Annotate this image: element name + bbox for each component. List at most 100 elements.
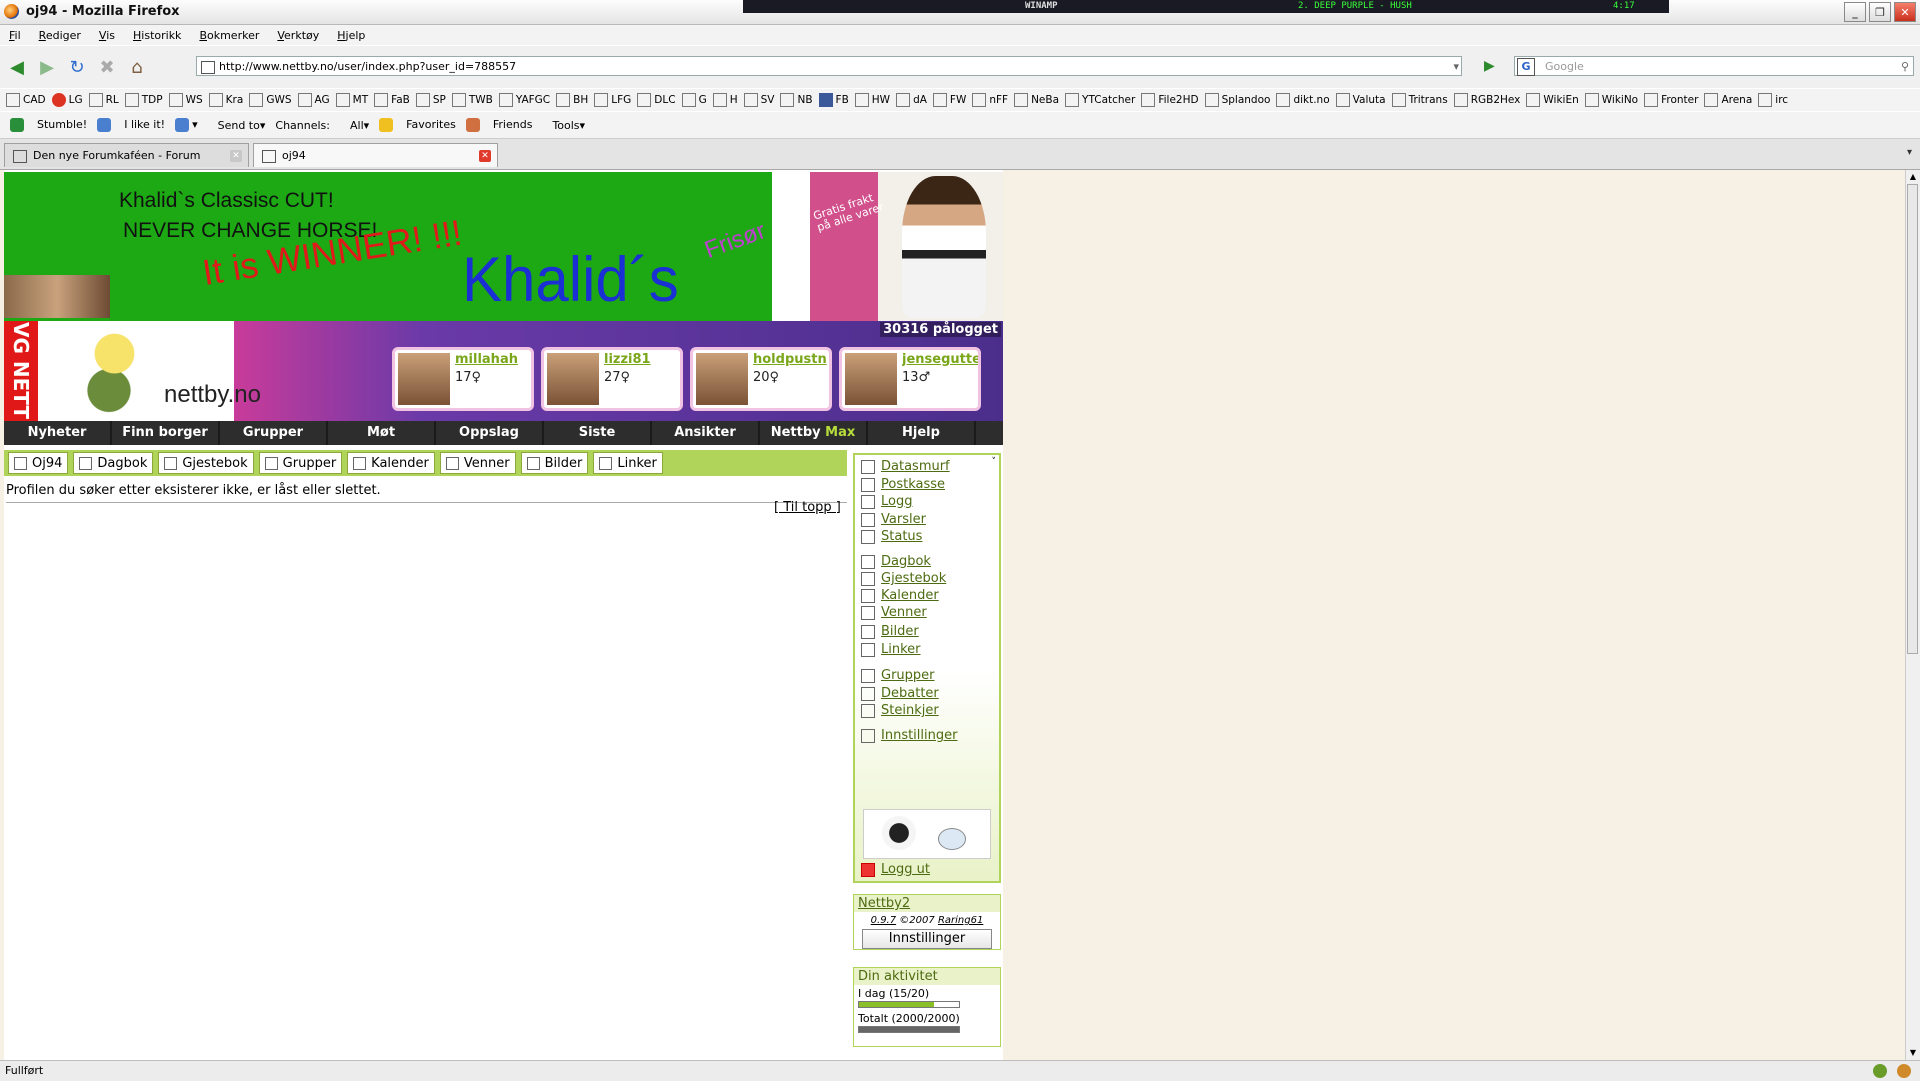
- nav-nettby-max[interactable]: Nettby Max: [760, 421, 868, 445]
- bookmark-item[interactable]: G: [681, 93, 707, 107]
- close-tab-icon[interactable]: ✕: [230, 150, 242, 162]
- maximize-button[interactable]: ❐: [1869, 2, 1891, 22]
- bookmark-item[interactable]: LFG: [594, 93, 631, 107]
- tab-oj94[interactable]: oj94 ✕: [253, 143, 498, 167]
- friends-button[interactable]: Friends: [465, 118, 532, 132]
- bookmark-item[interactable]: WikiEn: [1526, 93, 1579, 107]
- vertical-scrollbar[interactable]: ▲ ▼: [1905, 170, 1920, 1060]
- nettby2-title[interactable]: Nettby2: [854, 895, 1000, 912]
- bookmark-item[interactable]: RL: [88, 93, 119, 107]
- address-bar[interactable]: http://www.nettby.no/user/index.php?user…: [196, 56, 1462, 76]
- bookmark-item[interactable]: Arena: [1704, 93, 1752, 107]
- stumble-button[interactable]: Stumble!: [10, 118, 87, 132]
- nav-grupper[interactable]: Grupper: [220, 421, 328, 445]
- avatar[interactable]: [696, 353, 748, 405]
- collapse-icon[interactable]: ˅: [992, 457, 997, 467]
- stop-icon[interactable]: ✖: [94, 54, 120, 80]
- bookmark-item[interactable]: Kra: [208, 93, 243, 107]
- side-item-datasmurf[interactable]: Datasmurf: [861, 459, 950, 474]
- bookmark-item[interactable]: File2HD: [1141, 93, 1199, 107]
- logout-link[interactable]: Logg ut: [861, 862, 930, 877]
- chat-bubble-icon[interactable]: [938, 828, 966, 850]
- side-item-linker[interactable]: Linker: [861, 642, 921, 657]
- to-top-link[interactable]: [ Til topp ]: [774, 500, 841, 515]
- bookmark-item[interactable]: irc: [1758, 93, 1788, 107]
- scroll-up-icon[interactable]: ▲: [1906, 170, 1920, 184]
- chevron-down-icon[interactable]: ▾: [1453, 57, 1459, 77]
- bookmark-item[interactable]: AG: [297, 93, 330, 107]
- avatar[interactable]: [398, 353, 450, 405]
- bookmark-item[interactable]: YTCatcher: [1065, 93, 1135, 107]
- bookmark-item[interactable]: Tritrans: [1391, 93, 1448, 107]
- nav-hjelp[interactable]: Hjelp: [868, 421, 976, 445]
- nav-finn-borger[interactable]: Finn borger: [112, 421, 220, 445]
- close-tab-icon[interactable]: ✕: [479, 150, 491, 162]
- bookmark-item[interactable]: TDP: [124, 93, 163, 107]
- tab-bilder[interactable]: Bilder: [520, 452, 589, 474]
- side-item-bilder[interactable]: Bilder: [861, 624, 919, 639]
- bookmark-item[interactable]: H: [712, 93, 738, 107]
- tab-linker[interactable]: Linker: [593, 452, 663, 474]
- bookmark-item[interactable]: NeBa: [1014, 93, 1059, 107]
- bookmark-item[interactable]: NB: [780, 93, 813, 107]
- tab-dagbok[interactable]: Dagbok: [73, 452, 154, 474]
- tab-oj94-profile[interactable]: Oj94: [8, 452, 69, 474]
- nav-ansikter[interactable]: Ansikter: [652, 421, 760, 445]
- bookmark-item[interactable]: WS: [168, 93, 203, 107]
- nettby-logo[interactable]: nettby.no: [164, 381, 261, 409]
- google-icon[interactable]: G: [1517, 58, 1535, 76]
- bookmark-item[interactable]: CAD: [6, 93, 46, 107]
- bookmark-item[interactable]: LG: [51, 93, 83, 107]
- status-addon-icon[interactable]: [1897, 1064, 1911, 1078]
- menu-vis[interactable]: Vis: [90, 29, 124, 42]
- close-window-button[interactable]: ✕: [1894, 2, 1916, 22]
- bookmark-item[interactable]: GWS: [249, 93, 292, 107]
- bookmark-item[interactable]: FW: [932, 93, 966, 107]
- side-item-gjestebok[interactable]: Gjestebok: [861, 571, 946, 586]
- home-icon[interactable]: ⌂: [124, 54, 150, 80]
- menu-hjelp[interactable]: Hjelp: [328, 29, 374, 42]
- bookmark-item[interactable]: YAFGC: [498, 93, 550, 107]
- bookmark-item[interactable]: Fronter: [1644, 93, 1698, 107]
- side-item-grupper[interactable]: Grupper: [861, 668, 935, 683]
- nav-nyheter[interactable]: Nyheter: [4, 421, 112, 445]
- avatar[interactable]: [547, 353, 599, 405]
- side-item-dagbok[interactable]: Dagbok: [861, 554, 931, 569]
- tab-list-icon[interactable]: ▾: [1907, 147, 1912, 158]
- dislike-button[interactable]: ▾: [175, 118, 198, 132]
- back-arrow-icon[interactable]: ◀: [4, 54, 30, 80]
- forward-arrow-icon[interactable]: ▶: [34, 54, 60, 80]
- side-item-postkasse[interactable]: Postkasse: [861, 477, 945, 492]
- menu-verktoy[interactable]: Verktøy: [268, 29, 328, 42]
- bookmark-item[interactable]: dikt.no: [1276, 93, 1330, 107]
- user-card[interactable]: millahah 17♀: [392, 347, 534, 411]
- tab-kalender[interactable]: Kalender: [347, 452, 435, 474]
- menu-rediger[interactable]: Rediger: [30, 29, 90, 42]
- side-item-innstillinger[interactable]: Innstillinger: [861, 728, 957, 743]
- khalid-ad-banner[interactable]: Khalid`s Classisc CUT! NEVER CHANGE HORS…: [4, 172, 772, 321]
- scroll-thumb[interactable]: [1907, 184, 1918, 654]
- status-addon-icon[interactable]: [1873, 1064, 1887, 1078]
- bookmark-item[interactable]: SP: [415, 93, 446, 107]
- all-channels-button[interactable]: All▾: [340, 119, 369, 132]
- bookmark-item[interactable]: HW: [854, 93, 890, 107]
- search-input[interactable]: G Google ⚲: [1514, 56, 1914, 76]
- user-card[interactable]: holdpustn 20♀: [690, 347, 832, 411]
- innstillinger-button[interactable]: Innstillinger: [862, 929, 992, 949]
- fashion-ad-banner[interactable]: Gratis frakt på alle varer: [810, 172, 1003, 321]
- bookmark-item[interactable]: Valuta: [1335, 93, 1386, 107]
- send-to-button[interactable]: Send to▾: [208, 119, 266, 132]
- winamp-bar[interactable]: WINAMP 2. DEEP PURPLE - HUSH 4:17: [743, 0, 1669, 13]
- nav-siste[interactable]: Siste: [544, 421, 652, 445]
- search-icon[interactable]: ⚲: [1901, 57, 1909, 77]
- side-item-steinkjer[interactable]: Steinkjer: [861, 703, 939, 718]
- bookmark-item[interactable]: TWB: [451, 93, 493, 107]
- tab-venner[interactable]: Venner: [439, 452, 516, 474]
- side-item-debatter[interactable]: Debatter: [861, 686, 939, 701]
- bookmark-item[interactable]: BH: [556, 93, 588, 107]
- side-item-venner[interactable]: Venner: [861, 605, 927, 620]
- like-button[interactable]: I like it!: [97, 118, 165, 132]
- nav-oppslag[interactable]: Oppslag: [436, 421, 544, 445]
- user-card[interactable]: jensegutte 13♂: [839, 347, 981, 411]
- bookmark-item[interactable]: RGB2Hex: [1453, 93, 1520, 107]
